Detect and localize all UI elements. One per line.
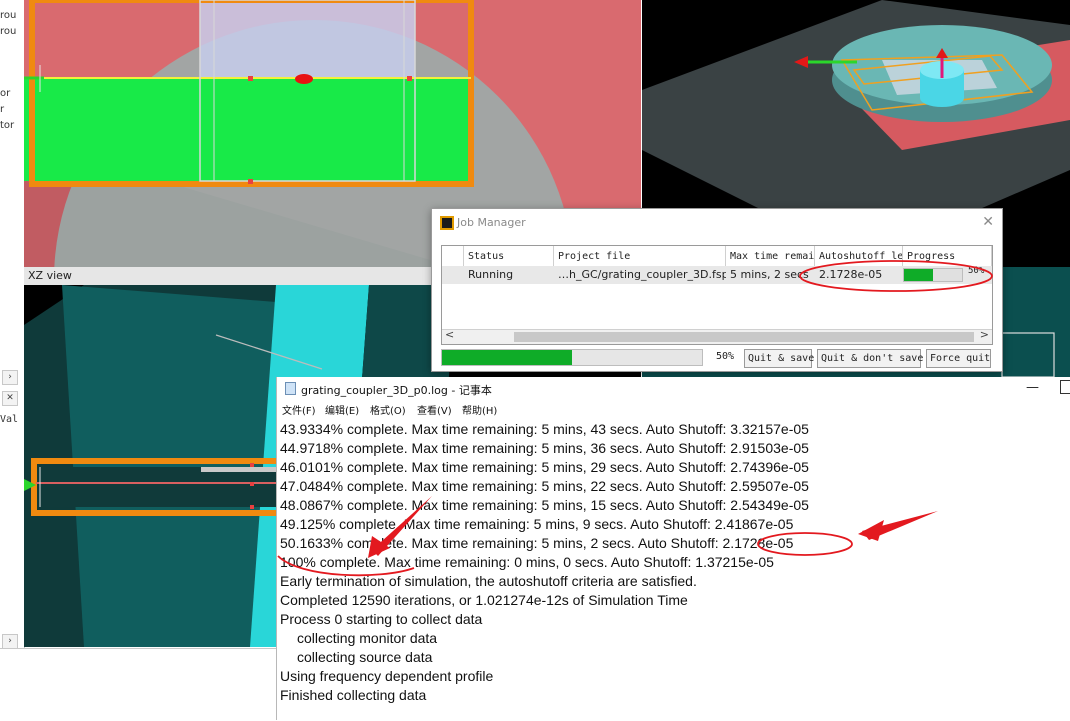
log-line: 49.125% complete. Max time remaining: 5 …	[280, 516, 794, 532]
column-header-autoshutoff[interactable]: Autoshutoff le:	[815, 246, 903, 266]
force-quit-button[interactable]: Force quit	[926, 349, 991, 368]
notepad-icon	[285, 382, 296, 395]
property-column-fragment: Val	[0, 414, 19, 425]
job-project-file: …h_GC/grating_coupler_3D.fsp"	[558, 268, 726, 281]
menu-bar: 文件(F) 编辑(E) 格式(O) 查看(V) 帮助(H)	[277, 403, 1070, 421]
job-manager-dialog: Job Manager ✕ Status Project file Max ti…	[431, 208, 1003, 372]
menu-edit[interactable]: 编辑(E)	[325, 403, 359, 421]
minimize-icon[interactable]: —	[1026, 380, 1039, 395]
log-line: 47.0484% complete. Max time remaining: 5…	[280, 478, 809, 494]
close-icon[interactable]: ✕	[982, 214, 994, 230]
job-progress-label: 50%	[968, 266, 985, 276]
maximize-icon[interactable]	[1060, 380, 1070, 394]
notepad-titlebar[interactable]: grating_coupler_3D_p0.log - 记事本 —	[277, 377, 1070, 401]
job-manager-title: Job Manager	[457, 216, 526, 229]
log-line: Finished collecting data	[280, 687, 427, 703]
menu-file[interactable]: 文件(F)	[282, 403, 316, 421]
scroll-left-arrow[interactable]: <	[445, 328, 454, 341]
tree-item-fragment[interactable]: r	[0, 104, 4, 115]
log-line: 50.1633% complete. Max time remaining: 5…	[280, 535, 794, 551]
scroll-right-button[interactable]: ›	[2, 634, 18, 649]
tree-item-fragment[interactable]: tor	[0, 120, 14, 131]
table-row[interactable]: Running …h_GC/grating_coupler_3D.fsp" 5 …	[442, 266, 992, 284]
horizontal-scrollbar[interactable]: < >	[442, 328, 992, 344]
menu-format[interactable]: 格式(O)	[370, 403, 406, 421]
job-max-time: 5 mins, 2 secs	[730, 268, 809, 281]
job-manager-titlebar[interactable]: Job Manager ✕	[432, 209, 1002, 237]
job-status: Running	[468, 268, 514, 281]
notepad-window: grating_coupler_3D_p0.log - 记事本 — 文件(F) …	[276, 377, 1070, 720]
menu-view[interactable]: 查看(V)	[417, 403, 452, 421]
object-tree-panel: rou rou or r tor › ✕ Val ›	[0, 0, 25, 655]
job-progress-bar	[903, 268, 963, 282]
column-header-max-time[interactable]: Max time remair	[726, 246, 815, 266]
log-line: 44.9718% complete. Max time remaining: 5…	[280, 440, 809, 456]
log-line: 46.0101% complete. Max time remaining: 5…	[280, 459, 809, 475]
bottom-panel	[0, 648, 276, 721]
quit-dont-save-button[interactable]: Quit & don't save	[817, 349, 923, 368]
close-panel-button[interactable]: ✕	[2, 391, 18, 406]
column-header-progress[interactable]: Progress	[903, 246, 992, 266]
column-header-project-file[interactable]: Project file	[554, 246, 726, 266]
job-table: Status Project file Max time remair Auto…	[441, 245, 993, 345]
log-line: 100% complete. Max time remaining: 0 min…	[280, 554, 774, 570]
column-header-blank	[442, 246, 464, 266]
menu-help[interactable]: 帮助(H)	[462, 403, 497, 421]
job-autoshutoff: 2.1728e-05	[819, 268, 883, 281]
log-line: collecting source data	[297, 649, 433, 665]
log-line: 48.0867% complete. Max time remaining: 5…	[280, 497, 809, 513]
log-line: Early termination of simulation, the aut…	[280, 573, 697, 589]
app-icon	[440, 216, 454, 230]
log-line: Process 0 starting to collect data	[280, 611, 483, 627]
column-header-status[interactable]: Status	[464, 246, 554, 266]
overall-progress-fill	[442, 350, 572, 365]
log-line: Completed 12590 iterations, or 1.021274e…	[280, 592, 688, 608]
scrollbar-thumb[interactable]	[514, 332, 974, 342]
notepad-title: grating_coupler_3D_p0.log - 记事本	[301, 384, 492, 397]
log-line: collecting monitor data	[297, 630, 438, 646]
log-line: 43.9334% complete. Max time remaining: 5…	[280, 421, 809, 437]
quit-save-button[interactable]: Quit & save	[744, 349, 814, 368]
overall-progress-bar	[441, 349, 703, 366]
scroll-right-button[interactable]: ›	[2, 370, 18, 385]
tree-item-fragment[interactable]: rou	[0, 26, 16, 37]
scroll-right-arrow[interactable]: >	[980, 328, 989, 341]
job-progress-fill	[904, 269, 933, 281]
tree-item-fragment[interactable]: or	[0, 88, 10, 99]
overall-progress-label: 50%	[716, 351, 735, 362]
log-line: Using frequency dependent profile	[280, 668, 494, 684]
tree-item-fragment[interactable]: rou	[0, 10, 16, 21]
